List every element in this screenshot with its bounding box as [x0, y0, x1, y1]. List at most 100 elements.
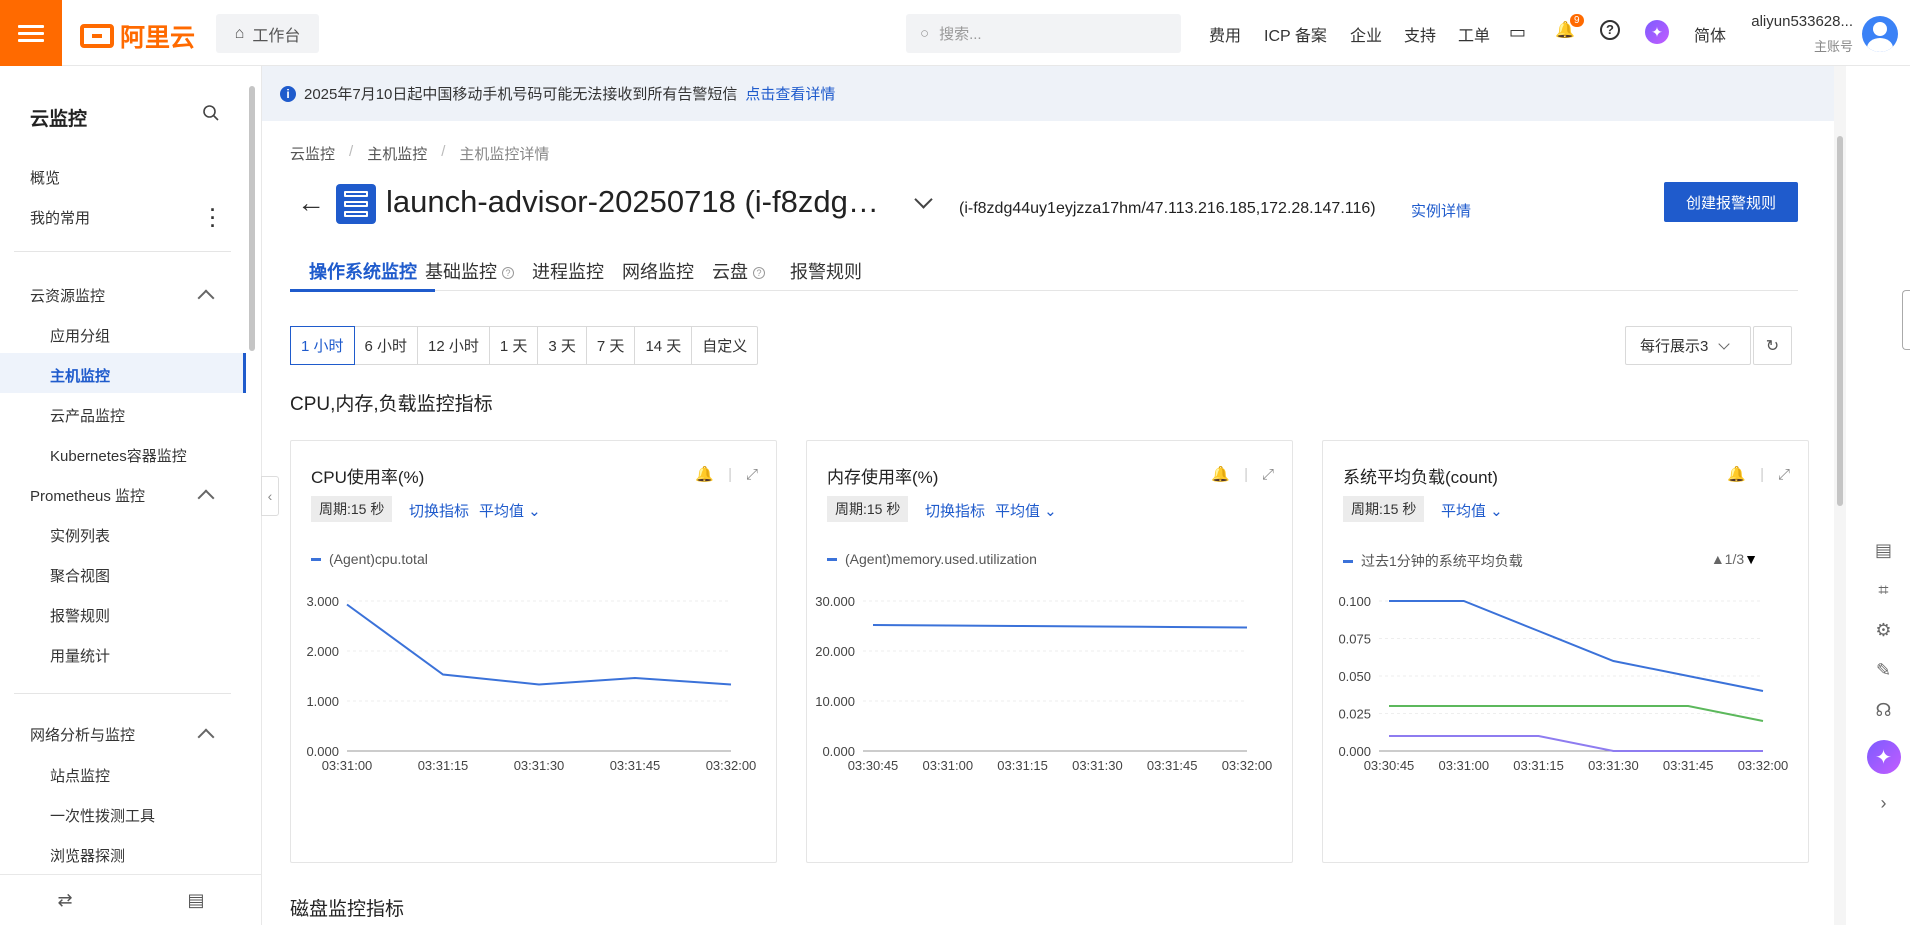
workbench-button[interactable]: ⌂ 工作台: [216, 14, 319, 53]
tab-process-monitor[interactable]: 进程监控: [532, 258, 604, 284]
chevron-right-icon[interactable]: ›: [1881, 793, 1887, 814]
aggregation-select[interactable]: 平均值 ⌄: [479, 500, 541, 521]
sidebar-item-probe-tool[interactable]: 一次性拨测工具: [50, 805, 155, 826]
time-1d[interactable]: 1 天: [490, 327, 539, 364]
sidebar-item-network[interactable]: 网络分析与监控: [30, 724, 135, 745]
sidebar-item-usage[interactable]: 用量统计: [50, 645, 110, 666]
search-icon[interactable]: [202, 104, 220, 127]
aggregation-select[interactable]: 平均值 ⌄: [1441, 500, 1503, 521]
avatar[interactable]: [1862, 16, 1898, 52]
message-icon[interactable]: ▤: [188, 890, 205, 911]
tab-os-monitor[interactable]: 操作系统监控: [309, 258, 417, 284]
breadcrumb-item[interactable]: 云监控: [290, 143, 335, 164]
nav-icp[interactable]: ICP 备案: [1264, 22, 1327, 46]
top-bar: 阿里云 ⌂ 工作台 ○ 搜索... 费用 ICP 备案 企业 支持 工单 ▭ 🔔 9…: [0, 0, 1910, 66]
time-7d[interactable]: 7 天: [587, 327, 636, 364]
chevron-up-icon[interactable]: [197, 289, 215, 307]
search-input[interactable]: ○ 搜索...: [906, 14, 1181, 53]
edit-icon[interactable]: ✎: [1876, 660, 1891, 681]
time-custom[interactable]: 自定义: [692, 327, 757, 364]
sidebar-item-prometheus[interactable]: Prometheus 监控: [30, 485, 145, 506]
more-icon[interactable]: · · ·: [210, 201, 216, 235]
x-tick-label: 03:31:15: [1513, 758, 1564, 771]
sidebar-item-site-monitor[interactable]: 站点监控: [50, 765, 110, 786]
sidebar-item-app-group[interactable]: 应用分组: [50, 325, 110, 346]
bell-icon[interactable]: 🔔: [695, 465, 714, 483]
tab-network-monitor[interactable]: 网络监控: [622, 258, 694, 284]
logo[interactable]: 阿里云: [80, 18, 195, 54]
language-switch[interactable]: 简体: [1694, 22, 1726, 46]
sidebar-collapse-button[interactable]: ‹: [261, 476, 279, 516]
aggregation-select[interactable]: 平均值 ⌄: [995, 500, 1057, 521]
legend-item[interactable]: (Agent)cpu.total: [311, 551, 428, 567]
time-3d[interactable]: 3 天: [538, 327, 587, 364]
bell-icon[interactable]: 🔔: [1727, 465, 1746, 483]
sidebar-scrollbar[interactable]: [249, 86, 255, 351]
breadcrumb-item[interactable]: 主机监控: [367, 143, 427, 164]
sidebar-item-browser-probe[interactable]: 浏览器探测: [50, 845, 125, 866]
time-6h[interactable]: 6 小时: [355, 327, 419, 364]
nav-ticket[interactable]: 工单: [1458, 22, 1490, 46]
next-icon[interactable]: ▼: [1744, 551, 1758, 567]
right-tool-rail: ▤ ⌗ ⚙ ✎ ☊ ✦ ›: [1857, 540, 1910, 814]
create-alert-rule-button[interactable]: 创建报警规则: [1664, 182, 1798, 222]
sidebar-item-cloud-product[interactable]: 云产品监控: [50, 405, 125, 426]
sidebar-item-favorites[interactable]: 我的常用: [30, 207, 90, 228]
nav-fees[interactable]: 费用: [1209, 22, 1241, 46]
sidebar-item-aggregate-view[interactable]: 聚合视图: [50, 565, 110, 586]
terminal-icon[interactable]: ▭: [1509, 22, 1526, 43]
refresh-icon[interactable]: ↻: [1753, 326, 1792, 365]
y-tick-label: 0.100: [1338, 594, 1371, 609]
nav-support[interactable]: 支持: [1404, 22, 1436, 46]
legend-item[interactable]: 过去1分钟的系统平均负载: [1343, 551, 1523, 571]
legend-label: 过去1分钟的系统平均负载: [1361, 553, 1523, 569]
tab-alert-rules[interactable]: 报警规则: [790, 258, 862, 284]
sidebar-item-host-monitor[interactable]: 主机监控: [50, 365, 110, 386]
instance-detail-link[interactable]: 实例详情: [1411, 200, 1471, 221]
y-tick-label: 3.000: [306, 594, 339, 609]
sidebar-item-overview[interactable]: 概览: [30, 167, 60, 188]
fullscreen-icon[interactable]: ⤢: [1262, 466, 1274, 483]
back-arrow-icon[interactable]: ←: [297, 187, 325, 219]
sidebar-item-cloud-resource[interactable]: 云资源监控: [30, 285, 105, 306]
aggregation-label: 平均值: [995, 503, 1041, 520]
chevron-up-icon[interactable]: [197, 728, 215, 746]
chevron-up-icon[interactable]: [197, 489, 215, 507]
per-row-select[interactable]: 每行展示3: [1625, 326, 1751, 365]
user-role: 主账号: [1813, 39, 1853, 54]
legend-item[interactable]: (Agent)memory.used.utilization: [827, 551, 1037, 567]
time-14d[interactable]: 14 天: [635, 327, 693, 364]
help-icon[interactable]: ?: [1600, 20, 1620, 40]
prev-icon[interactable]: ▲: [1711, 551, 1725, 567]
ai-assistant-icon[interactable]: ✦: [1866, 740, 1901, 774]
fullscreen-icon[interactable]: ⤢: [746, 466, 758, 483]
time-12h[interactable]: 12 小时: [418, 327, 490, 364]
tab-disk[interactable]: 云盘?: [712, 258, 765, 284]
ai-assistant-icon[interactable]: ✦: [1645, 20, 1669, 44]
headset-icon[interactable]: ☊: [1876, 700, 1892, 721]
x-tick-label: 03:31:45: [610, 758, 661, 771]
chevron-down-icon[interactable]: [914, 190, 933, 209]
sidebar-item-kubernetes[interactable]: Kubernetes容器监控: [50, 445, 187, 466]
bell-icon[interactable]: 🔔: [1211, 465, 1230, 483]
fullscreen-icon[interactable]: ⤢: [1778, 466, 1790, 483]
sidebar-item-instance-list[interactable]: 实例列表: [50, 525, 110, 546]
document-icon[interactable]: ▤: [1875, 540, 1892, 561]
nav-enterprise[interactable]: 企业: [1350, 22, 1382, 46]
side-drawer-handle[interactable]: [1902, 290, 1910, 350]
code-icon[interactable]: ⌗: [1878, 580, 1888, 601]
switch-icon[interactable]: ⇄: [57, 890, 72, 911]
legend-pager[interactable]: ▲1/3▼: [1711, 551, 1758, 567]
series-line: [1389, 735, 1763, 752]
tab-basic-monitor[interactable]: 基础监控?: [425, 258, 514, 284]
gear-icon[interactable]: ⚙: [1875, 620, 1891, 641]
user-info[interactable]: aliyun533628... 主账号: [1750, 13, 1853, 55]
sidebar-item-alert-rules[interactable]: 报警规则: [50, 605, 110, 626]
menu-icon[interactable]: [0, 0, 62, 66]
switch-metric-link[interactable]: 切换指标: [409, 500, 469, 521]
time-1h[interactable]: 1 小时: [290, 326, 355, 365]
main-scrollbar[interactable]: [1834, 66, 1846, 925]
switch-metric-link[interactable]: 切换指标: [925, 500, 985, 521]
notice-link[interactable]: 点击查看详情: [745, 83, 835, 104]
y-tick-label: 20.000: [815, 644, 855, 659]
